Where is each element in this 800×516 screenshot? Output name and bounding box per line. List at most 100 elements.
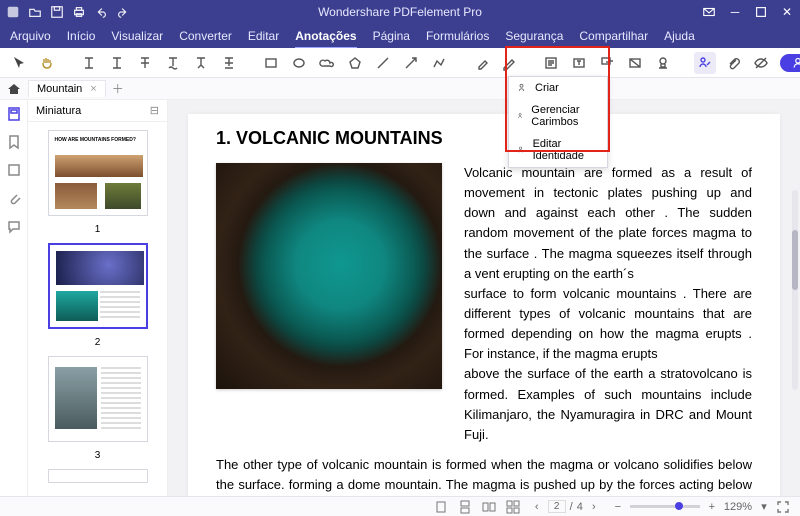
area-highlight-icon[interactable] (624, 52, 646, 74)
thumbnail-panel-title: Miniatura (36, 105, 81, 117)
zoom-out-icon[interactable]: − (611, 500, 625, 514)
document-tabbar: Mountain × ＋ (0, 78, 800, 100)
thumbnails-rail-icon[interactable] (6, 106, 22, 122)
menu-converter[interactable]: Converter (179, 26, 232, 46)
arrow-icon[interactable] (400, 52, 422, 74)
thumbnail-page-1[interactable]: HOW ARE MOUNTAINS FORMED? (48, 130, 148, 216)
document-viewport[interactable]: 1. VOLCANIC MOUNTAINS Volcanic mountain … (168, 100, 800, 496)
underline-icon[interactable] (106, 52, 128, 74)
thumbnail-panel-menu-icon[interactable]: ⊟ (150, 104, 159, 117)
menu-pagina[interactable]: Página (373, 26, 410, 46)
menu-seguranca[interactable]: Segurança (505, 26, 563, 46)
line-icon[interactable] (372, 52, 394, 74)
left-rail (0, 100, 28, 496)
thumbnail-page-2[interactable] (48, 243, 148, 329)
thumbnail-page-3[interactable] (48, 356, 148, 442)
app-title: Wondershare PDFelement Pro (318, 5, 482, 19)
caret-icon[interactable] (190, 52, 212, 74)
rectangle-icon[interactable] (260, 52, 282, 74)
highlight-icon[interactable] (78, 52, 100, 74)
attachment-icon[interactable] (722, 52, 744, 74)
signature-icon[interactable] (694, 52, 716, 74)
squiggly-icon[interactable] (162, 52, 184, 74)
menu-compartilhar[interactable]: Compartilhar (579, 26, 648, 46)
open-icon[interactable] (28, 5, 42, 19)
article-text-right: Volcanic mountain are formed as a result… (464, 163, 752, 445)
print-icon[interactable] (72, 5, 86, 19)
signature-dropdown: Criar Gerenciar Carimbos Editar Identida… (508, 76, 608, 168)
dropdown-edit-identity[interactable]: Editar Identidade (509, 133, 607, 167)
dropdown-manage-stamps[interactable]: Gerenciar Carimbos (509, 99, 607, 133)
pencil-icon[interactable] (498, 52, 520, 74)
document-tab-label: Mountain (37, 83, 82, 95)
connected-lines-icon[interactable] (428, 52, 450, 74)
thumbnail-label-2: 2 (95, 337, 101, 348)
titlebar: Wondershare PDFelement Pro ─ ✕ (0, 0, 800, 24)
zoom-control: − + 129% ▾ (611, 500, 790, 514)
menubar: Arquivo Início Visualizar Converter Edit… (0, 24, 800, 48)
current-page-input[interactable]: 2 (548, 500, 566, 513)
note-icon[interactable] (540, 52, 562, 74)
menu-visualizar[interactable]: Visualizar (111, 26, 163, 46)
page-navigator: ‹ 2 / 4 › (530, 500, 601, 514)
new-tab-button[interactable]: ＋ (112, 80, 124, 97)
menu-anotacoes[interactable]: Anotações (295, 26, 356, 46)
main-area: Miniatura ⊟ HOW ARE MOUNTAINS FORMED? 1 … (0, 100, 800, 496)
dropdown-create[interactable]: Criar (509, 77, 607, 99)
strikethrough-icon[interactable] (134, 52, 156, 74)
hide-annotations-icon[interactable] (750, 52, 772, 74)
bookmark-rail-icon[interactable] (6, 134, 22, 150)
zoom-slider[interactable] (630, 505, 700, 508)
menu-ajuda[interactable]: Ajuda (664, 26, 695, 46)
oval-icon[interactable] (288, 52, 310, 74)
page-sep: / (570, 501, 573, 513)
menu-formularios[interactable]: Formulários (426, 26, 489, 46)
replace-text-icon[interactable] (218, 52, 240, 74)
view-facing-icon[interactable] (482, 500, 496, 514)
maximize-button[interactable] (754, 5, 768, 19)
zoom-dropdown-icon[interactable]: ▾ (757, 500, 771, 514)
select-tool-icon[interactable] (8, 52, 30, 74)
zoom-in-icon[interactable]: + (705, 500, 719, 514)
minimize-button[interactable]: ─ (728, 5, 742, 19)
polygon-icon[interactable] (344, 52, 366, 74)
menu-editar[interactable]: Editar (248, 26, 279, 46)
thumbnail-page-4[interactable] (48, 469, 148, 483)
menu-arquivo[interactable]: Arquivo (10, 26, 51, 46)
undo-icon[interactable] (94, 5, 108, 19)
search-rail-icon[interactable] (6, 162, 22, 178)
next-page-icon[interactable]: › (587, 500, 601, 514)
home-tab-icon[interactable] (6, 81, 22, 97)
thumbnail-label-3: 3 (95, 450, 101, 461)
total-pages: 4 (577, 501, 583, 513)
page-content: 1. VOLCANIC MOUNTAINS Volcanic mountain … (188, 114, 780, 496)
fullscreen-icon[interactable] (776, 500, 790, 514)
article-image (216, 163, 442, 389)
stamp-icon[interactable] (652, 52, 674, 74)
text-box-icon[interactable] (568, 52, 590, 74)
user-pill[interactable]: Shelley (780, 54, 800, 72)
menu-inicio[interactable]: Início (67, 26, 96, 46)
mail-icon[interactable] (702, 5, 716, 19)
attachment-rail-icon[interactable] (6, 190, 22, 206)
close-button[interactable]: ✕ (780, 5, 794, 19)
eraser-icon[interactable] (470, 52, 492, 74)
cloud-icon[interactable] (316, 52, 338, 74)
article-text-full: The other type of volcanic mountain is f… (216, 455, 752, 496)
tab-close-icon[interactable]: × (90, 83, 96, 95)
document-tab[interactable]: Mountain × (28, 80, 106, 97)
user-icon (792, 57, 800, 69)
prev-page-icon[interactable]: ‹ (530, 500, 544, 514)
comment-rail-icon[interactable] (6, 218, 22, 234)
text-callout-icon[interactable] (596, 52, 618, 74)
redo-icon[interactable] (116, 5, 130, 19)
thumbnail-label-1: 1 (95, 224, 101, 235)
view-single-icon[interactable] (434, 500, 448, 514)
hand-tool-icon[interactable] (36, 52, 58, 74)
save-icon[interactable] (50, 5, 64, 19)
thumbnail-panel: Miniatura ⊟ HOW ARE MOUNTAINS FORMED? 1 … (28, 100, 168, 496)
page-heading: 1. VOLCANIC MOUNTAINS (216, 128, 752, 149)
view-continuous-icon[interactable] (458, 500, 472, 514)
vertical-scrollbar[interactable] (792, 190, 798, 390)
view-facing-continuous-icon[interactable] (506, 500, 520, 514)
